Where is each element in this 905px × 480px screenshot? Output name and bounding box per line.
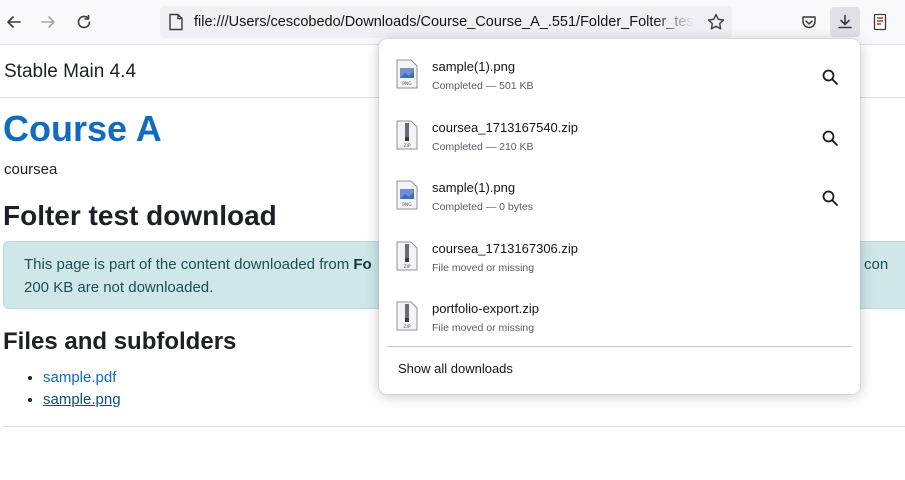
file-link-sample-png[interactable]: sample.png <box>43 391 121 408</box>
folder-title: Folter test download <box>3 200 277 231</box>
download-item[interactable]: PNG sample(1).png Completed — 0 bytes <box>379 163 860 223</box>
png-file-icon: PNG <box>396 180 418 210</box>
svg-text:PNG: PNG <box>402 81 412 87</box>
notice-line-1: This page is part of the content downloa… <box>24 256 372 273</box>
download-filename: coursea_1713167306.zip <box>432 241 579 256</box>
forward-arrow-icon <box>41 16 55 28</box>
pocket-button[interactable] <box>795 8 823 36</box>
notice-bold: Fo <box>353 256 372 273</box>
forward-button[interactable] <box>34 8 62 36</box>
zip-file-icon: ZIP <box>396 241 418 271</box>
download-status: Completed — 501 KB <box>432 80 534 92</box>
download-status: Completed — 0 bytes <box>432 201 533 213</box>
zip-file-icon: ZIP <box>396 301 418 331</box>
file-list: sample.pdf sample.png <box>23 367 121 411</box>
notice-prefix: This page is part of the content downloa… <box>24 256 354 273</box>
course-title: Course A <box>3 108 162 149</box>
extension-button[interactable] <box>866 8 894 36</box>
download-status: File moved or missing <box>432 322 535 334</box>
url-text[interactable]: file:///Users/cescobedo/Downloads/Course… <box>194 14 694 30</box>
file-link-sample-pdf[interactable]: sample.pdf <box>43 369 116 386</box>
show-in-folder-search-icon[interactable] <box>821 189 839 207</box>
back-arrow-icon <box>7 16 21 28</box>
download-item[interactable]: PNG sample(1).png Completed — 501 KB <box>379 42 860 102</box>
list-item: sample.png <box>43 389 121 411</box>
divider <box>3 426 905 427</box>
svg-text:ZIP: ZIP <box>403 143 410 149</box>
back-button[interactable] <box>0 8 28 36</box>
list-item: sample.pdf <box>43 367 121 389</box>
pocket-icon <box>802 16 816 29</box>
bookmark-star-icon[interactable] <box>706 12 726 32</box>
download-filename: sample(1).png <box>432 59 516 74</box>
download-item[interactable]: ZIP coursea_1713167306.zip File moved or… <box>379 224 860 284</box>
downloads-button[interactable] <box>830 7 860 37</box>
download-status: File moved or missing <box>432 262 535 274</box>
download-item[interactable]: ZIP coursea_1713167540.zip Completed — 2… <box>379 103 860 163</box>
svg-text:ZIP: ZIP <box>403 264 410 270</box>
show-in-folder-search-icon[interactable] <box>821 68 839 86</box>
page-icon <box>169 13 183 31</box>
svg-text:ZIP: ZIP <box>403 324 410 330</box>
course-shortname: coursea <box>4 161 58 178</box>
downloads-panel: PNG sample(1).png Completed — 501 KB ZIP… <box>379 39 860 394</box>
download-filename: coursea_1713167540.zip <box>432 120 579 135</box>
address-bar[interactable]: file:///Users/cescobedo/Downloads/Course… <box>160 6 732 38</box>
download-item[interactable]: ZIP portfolio-export.zip File moved or m… <box>379 284 860 344</box>
pdf-extension-icon <box>873 13 887 31</box>
reload-icon <box>77 14 91 29</box>
zip-file-icon: ZIP <box>396 120 418 150</box>
svg-text:PNG: PNG <box>402 202 412 208</box>
panel-separator <box>387 346 852 347</box>
download-filename: portfolio-export.zip <box>432 301 539 316</box>
show-in-folder-search-icon[interactable] <box>821 129 839 147</box>
download-status: Completed — 210 KB <box>432 141 534 153</box>
site-brand[interactable]: Stable Main 4.4 <box>4 61 136 83</box>
png-file-icon: PNG <box>396 59 418 89</box>
reload-button[interactable] <box>70 8 98 36</box>
files-heading: Files and subfolders <box>3 328 237 355</box>
download-filename: sample(1).png <box>432 180 516 195</box>
notice-line-2: 200 KB are not downloaded. <box>24 279 214 296</box>
show-all-downloads-button[interactable]: Show all downloads <box>398 361 513 376</box>
download-icon <box>838 14 852 29</box>
